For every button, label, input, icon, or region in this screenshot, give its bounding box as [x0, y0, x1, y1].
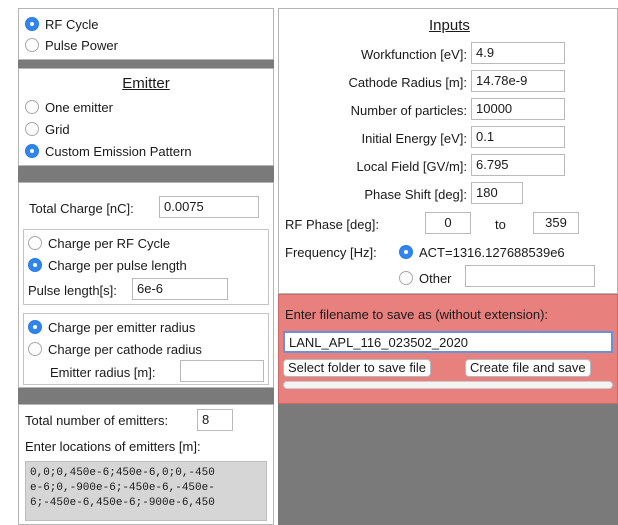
rf-phase-to-label: to [495, 217, 506, 232]
progress-bar [283, 381, 613, 389]
frequency-label: Frequency [Hz]: [285, 245, 377, 260]
radio-charge-per-emitter-radius[interactable]: Charge per emitter radius [28, 318, 195, 336]
num-particles-label: Number of particles: [350, 103, 467, 118]
radio-icon [28, 236, 42, 250]
radio-label: Other [419, 270, 452, 286]
radio-icon [25, 38, 39, 52]
radio-custom-emission[interactable]: Custom Emission Pattern [25, 142, 192, 160]
radio-label: Charge per emitter radius [48, 319, 196, 335]
radio-icon [28, 342, 42, 356]
radio-icon [25, 100, 39, 114]
radio-icon [25, 122, 39, 136]
locations-line: e-6;0,-900e-6;-450e-6,-450e- [30, 482, 215, 494]
radio-one-emitter[interactable]: One emitter [25, 98, 113, 116]
initial-energy-label: Initial Energy [eV]: [361, 131, 468, 146]
radio-icon-selected [399, 245, 413, 259]
radio-icon-selected [25, 17, 39, 31]
radio-label: RF Cycle [45, 16, 99, 32]
save-prompt: Enter filename to save as (without exten… [285, 307, 549, 322]
initial-energy-input[interactable]: 0.1 [471, 126, 565, 148]
cathode-radius-input[interactable]: 14.78e-9 [471, 70, 565, 92]
radio-frequency-other[interactable]: Other [399, 269, 452, 287]
radio-label: ACT=1316.127688539e6 [419, 244, 565, 260]
charge-radius-box: Charge per emitter radius Charge per cat… [23, 313, 269, 385]
radio-icon [399, 271, 413, 285]
workfunction-input[interactable]: 4.9 [471, 42, 565, 64]
radio-icon-selected [28, 320, 42, 334]
cathode-radius-label: Cathode Radius [m]: [348, 75, 467, 90]
local-field-input[interactable]: 6.795 [471, 154, 565, 176]
radio-grid[interactable]: Grid [25, 120, 70, 138]
radio-label: Custom Emission Pattern [45, 143, 192, 159]
radio-rf-cycle[interactable]: RF Cycle [25, 15, 98, 33]
radio-icon-selected [28, 258, 42, 272]
locations-line: 6;-450e-6,450e-6;-900e-6,450 [30, 497, 215, 509]
frequency-other-input[interactable] [465, 265, 595, 287]
radio-charge-per-rf-cycle[interactable]: Charge per RF Cycle [28, 234, 170, 252]
radio-charge-per-cathode-radius[interactable]: Charge per cathode radius [28, 340, 202, 358]
charge-per-box: Charge per RF Cycle Charge per pulse len… [23, 229, 269, 305]
radio-label: Charge per pulse length [48, 257, 187, 273]
total-charge-input[interactable]: 0.0075 [159, 196, 259, 218]
filename-input[interactable]: LANL_APL_116_023502_2020 [283, 331, 613, 353]
charge-panel: Total Charge [nC]: 0.0075 Charge per RF … [18, 182, 274, 388]
total-charge-label: Total Charge [nC]: [29, 201, 134, 216]
phase-shift-input[interactable]: 180 [471, 182, 523, 204]
workfunction-label: Workfunction [eV]: [361, 47, 467, 62]
gray-background [278, 404, 618, 525]
local-field-label: Local Field [GV/m]: [356, 159, 467, 174]
radio-pulse-power[interactable]: Pulse Power [25, 36, 118, 54]
emitter-locations-textarea[interactable]: 0,0;0,450e-6;450e-6,0;0,-450 e-6;0,-900e… [25, 461, 267, 521]
emitter-count-label: Total number of emitters: [25, 413, 169, 428]
gray-separator [18, 388, 274, 404]
radio-label: Pulse Power [45, 37, 118, 53]
rf-phase-to-input[interactable]: 359 [533, 212, 579, 234]
emitter-count-input[interactable]: 8 [197, 409, 233, 431]
phase-shift-label: Phase Shift [deg]: [364, 187, 467, 202]
emitter-locations-label: Enter locations of emitters [m]: [25, 439, 201, 454]
radio-icon-selected [25, 144, 39, 158]
rf-phase-from-input[interactable]: 0 [425, 212, 471, 234]
emitter-radius-input[interactable] [180, 360, 264, 382]
emitter-panel: Emitter One emitter Grid Custom Emission… [18, 68, 274, 166]
emitter-locations-panel: Total number of emitters: 8 Enter locati… [18, 404, 274, 525]
emitter-radius-label: Emitter radius [m]: [50, 365, 156, 380]
create-file-button[interactable]: Create file and save [465, 359, 591, 377]
select-folder-button[interactable]: Select folder to save file [283, 359, 432, 377]
radio-charge-per-pulse-length[interactable]: Charge per pulse length [28, 256, 187, 274]
radio-frequency-act[interactable]: ACT=1316.127688539e6 [399, 243, 565, 261]
gray-separator [18, 166, 274, 182]
cycle-mode-panel: RF Cycle Pulse Power [18, 8, 274, 60]
rf-phase-label: RF Phase [deg]: [285, 217, 379, 232]
radio-label: One emitter [45, 99, 113, 115]
radio-label: Charge per RF Cycle [48, 235, 171, 251]
inputs-panel: Inputs Workfunction [eV]: 4.9 Cathode Ra… [278, 8, 618, 294]
num-particles-input[interactable]: 10000 [471, 98, 565, 120]
emitter-title: Emitter [122, 75, 170, 92]
pulse-length-label: Pulse length[s]: [28, 283, 117, 298]
gray-separator [18, 60, 274, 68]
radio-label: Charge per cathode radius [48, 341, 202, 357]
locations-line: 0,0;0,450e-6;450e-6,0;0,-450 [30, 467, 215, 479]
save-panel: Enter filename to save as (without exten… [278, 294, 618, 404]
pulse-length-input[interactable]: 6e-6 [132, 278, 228, 300]
inputs-title: Inputs [429, 17, 470, 34]
radio-label: Grid [45, 121, 70, 137]
